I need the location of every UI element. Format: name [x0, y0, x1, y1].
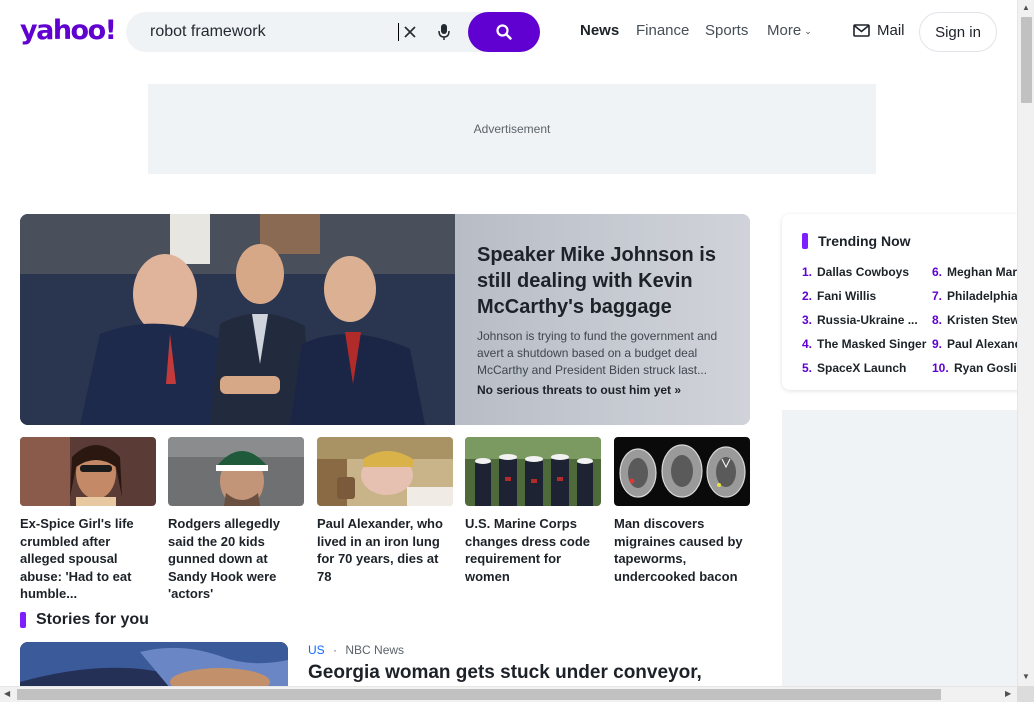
vertical-scrollbar[interactable]: ▲ ▼ — [1017, 0, 1034, 686]
thumb-story[interactable]: Rodgers allegedly said the 20 kids gunne… — [168, 437, 304, 603]
trending-rank: 8. — [932, 313, 943, 327]
trending-item[interactable]: 1. Dallas Cowboys — [802, 265, 909, 279]
thumb-title: U.S. Marine Corps changes dress code req… — [465, 516, 590, 584]
search-button[interactable] — [468, 12, 540, 52]
mail-label: Mail — [877, 22, 905, 39]
thumb-image — [465, 437, 601, 506]
vertical-scroll-thumb[interactable] — [1021, 17, 1032, 103]
meta-separator: · — [333, 643, 338, 657]
clear-search-button[interactable] — [400, 12, 420, 52]
story-image[interactable] — [20, 642, 288, 688]
microphone-icon — [438, 24, 450, 40]
thumb-title: Man discovers migraines caused by tapewo… — [614, 516, 743, 584]
scrollbar-corner — [1017, 686, 1034, 702]
voice-search-button[interactable] — [434, 12, 454, 52]
trending-item[interactable]: 10. Ryan Gosling — [932, 361, 1022, 375]
trending-label: SpaceX Launch — [817, 361, 907, 375]
hero-text-panel: Speaker Mike Johnson is still dealing wi… — [455, 214, 750, 425]
trending-item[interactable]: 7. Philadelphia — [932, 289, 1018, 303]
section-accent-bar — [20, 612, 26, 628]
hero-story[interactable]: Speaker Mike Johnson is still dealing wi… — [20, 214, 750, 425]
search-bar — [126, 12, 540, 52]
sign-in-button[interactable]: Sign in — [919, 12, 997, 52]
story-title[interactable]: Georgia woman gets stuck under conveyor, — [308, 662, 702, 684]
close-icon — [404, 26, 416, 38]
thumb-title: Rodgers allegedly said the 20 kids gunne… — [168, 516, 280, 601]
trending-label: Ryan Gosling — [954, 361, 1022, 375]
nav-news[interactable]: News — [580, 22, 619, 40]
thumb-image — [168, 437, 304, 506]
trending-item[interactable]: 8. Kristen Stewart — [932, 313, 1022, 327]
trending-rank: 9. — [932, 337, 943, 351]
trending-label: Kristen Stewart — [947, 313, 1022, 327]
trending-rank: 1. — [802, 265, 813, 279]
thumb-image — [20, 437, 156, 506]
advertisement-banner[interactable]: Advertisement — [148, 84, 876, 174]
trending-label: Philadelphia — [947, 289, 1018, 303]
trending-label: Fani Willis — [817, 289, 877, 303]
story-meta: US · NBC News — [308, 643, 404, 657]
trending-rank: 2. — [802, 289, 813, 303]
hero-summary: Johnson is trying to fund the government… — [477, 329, 718, 377]
nav-more-label: More — [767, 22, 802, 39]
trending-heading: Trending Now — [802, 233, 911, 249]
trending-label: Paul Alexander — [947, 337, 1022, 351]
trending-rank: 10. — [932, 361, 949, 375]
trending-rank: 4. — [802, 337, 813, 351]
trending-item[interactable]: 6. Meghan Markle — [932, 265, 1022, 279]
thumb-story[interactable]: U.S. Marine Corps changes dress code req… — [465, 437, 601, 585]
thumb-story[interactable]: Ex-Spice Girl's life crumbled after alle… — [20, 437, 156, 603]
mail-link[interactable]: Mail — [853, 22, 905, 39]
right-rail-ad-slot — [782, 410, 1022, 702]
trending-item[interactable]: 9. Paul Alexander — [932, 337, 1022, 351]
yahoo-logo[interactable]: yahoo! — [20, 14, 117, 48]
stories-heading-label: Stories for you — [36, 611, 149, 628]
trending-title: Trending Now — [818, 233, 911, 249]
scroll-up-arrow-icon[interactable]: ▲ — [1022, 3, 1030, 12]
scroll-right-arrow-icon[interactable]: ▶ — [1005, 689, 1011, 698]
hero-image — [20, 214, 455, 425]
mail-icon — [853, 24, 870, 37]
thumb-story[interactable]: Paul Alexander, who lived in an iron lun… — [317, 437, 453, 585]
trending-label: The Masked Singer — [817, 337, 927, 351]
thumb-title: Ex-Spice Girl's life crumbled after alle… — [20, 516, 134, 601]
trending-item[interactable]: 5. SpaceX Launch — [802, 361, 906, 375]
trending-label: Dallas Cowboys — [817, 265, 910, 279]
horizontal-scroll-thumb[interactable] — [17, 689, 941, 700]
hero-related-link[interactable]: No serious threats to oust him yet » — [477, 383, 730, 397]
trending-rank: 6. — [932, 265, 943, 279]
trending-rank: 3. — [802, 313, 813, 327]
trending-label: Russia-Ukraine ... — [817, 313, 918, 327]
trending-item[interactable]: 3. Russia-Ukraine ... — [802, 313, 918, 327]
horizontal-scrollbar[interactable]: ◀ ▶ — [0, 686, 1017, 702]
search-icon — [496, 24, 512, 40]
hero-title[interactable]: Speaker Mike Johnson is still dealing wi… — [477, 242, 730, 320]
nav-finance[interactable]: Finance — [636, 22, 689, 40]
trending-rank: 7. — [932, 289, 943, 303]
scroll-down-arrow-icon[interactable]: ▼ — [1022, 672, 1030, 681]
scroll-left-arrow-icon[interactable]: ◀ — [4, 689, 10, 698]
thumb-title: Paul Alexander, who lived in an iron lun… — [317, 516, 443, 584]
chevron-down-icon: ⌄ — [804, 26, 812, 36]
section-accent-bar — [802, 233, 808, 249]
trending-now-panel: Trending Now 1. Dallas Cowboys 2. Fani Wil… — [782, 214, 1022, 390]
thumb-image — [317, 437, 453, 506]
trending-rank: 5. — [802, 361, 813, 375]
trending-item[interactable]: 2. Fani Willis — [802, 289, 876, 303]
thumb-image — [614, 437, 750, 506]
nav-sports[interactable]: Sports — [705, 22, 748, 40]
thumb-story[interactable]: Man discovers migraines caused by tapewo… — [614, 437, 750, 585]
trending-label: Meghan Markle — [947, 265, 1022, 279]
story-source: NBC News — [345, 643, 405, 657]
search-input[interactable] — [150, 12, 400, 52]
text-caret — [398, 23, 399, 41]
stories-for-you-heading: Stories for you — [20, 611, 149, 629]
trending-item[interactable]: 4. The Masked Singer — [802, 337, 926, 351]
story-category[interactable]: US — [308, 643, 325, 657]
nav-more[interactable]: More ⌄ — [767, 22, 812, 40]
advertisement-label: Advertisement — [473, 122, 551, 136]
